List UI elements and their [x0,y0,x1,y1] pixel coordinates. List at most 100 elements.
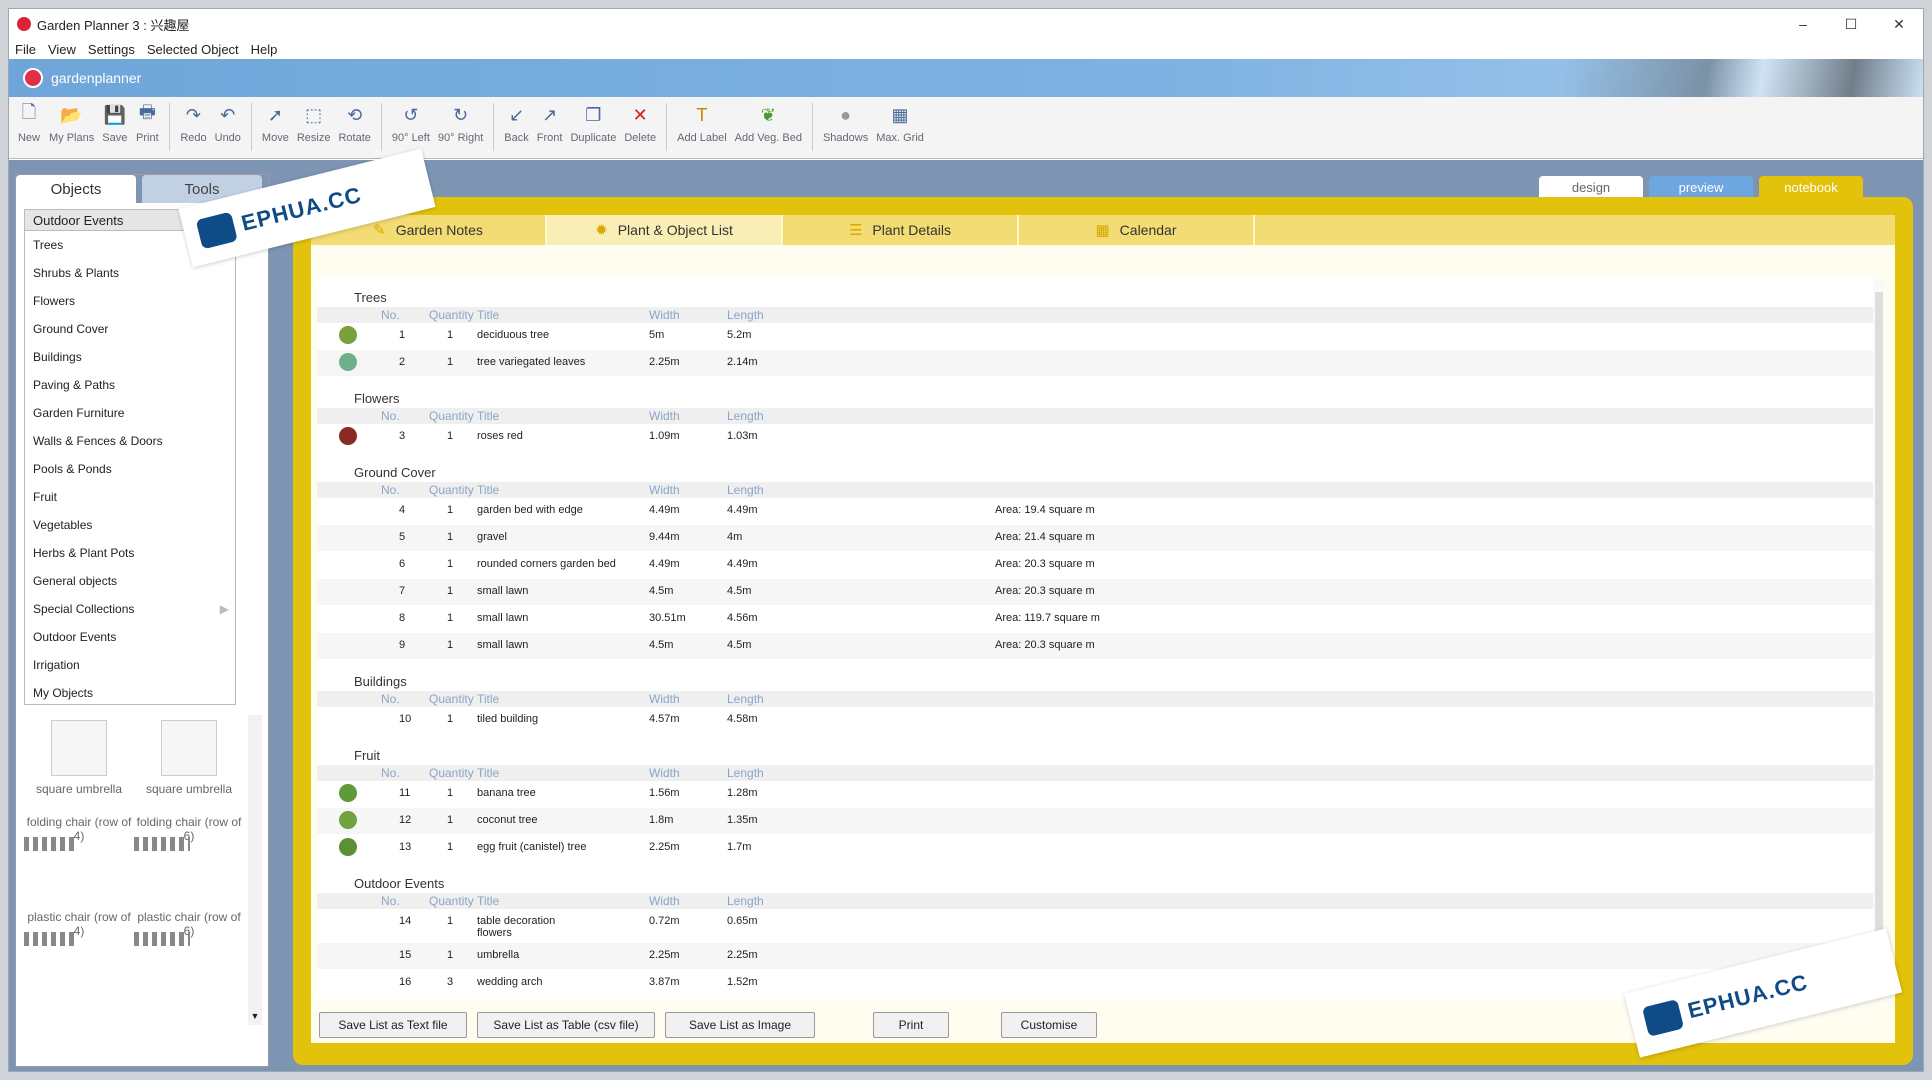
duplicate-button[interactable]: ❐ Duplicate [570,103,616,145]
save-csv-button[interactable]: Save List as Table (csv file) [477,1012,655,1038]
category-item[interactable]: Buildings [25,343,235,371]
object-thumbnail[interactable]: square umbrella [24,720,134,796]
tab-design[interactable]: design [1539,176,1643,198]
list-row[interactable]: 1 1 deciduous tree 5m 5.2m [317,323,1873,349]
list-row[interactable]: 3 1 roses red 1.09m 1.03m [317,424,1873,450]
cell-title: table decoration flowers [477,915,556,939]
tab-plant-details[interactable]: ☰ Plant Details [783,215,1019,245]
new-button[interactable]: 🗋 New [17,102,41,144]
resize-button[interactable]: ⬚ Resize [297,103,331,145]
shadows-button[interactable]: ● Shadows [823,103,868,145]
list-scroll-thumb[interactable] [1875,292,1883,932]
column-header: Length [727,483,764,497]
object-thumbnail[interactable]: square umbrella [134,720,244,796]
cell-qty: 1 [447,612,454,624]
menu-settings[interactable]: Settings [82,42,141,57]
print-button[interactable]: 🖶 Print [135,102,159,144]
category-item[interactable]: My Objects [25,679,235,707]
save-button[interactable]: 💾 Save [102,103,127,145]
cell-length: 1.28m [727,787,758,799]
category-item[interactable]: General objects [25,567,235,595]
category-item[interactable]: Paving & Paths [25,371,235,399]
save-image-button[interactable]: Save List as Image [665,1012,815,1038]
move-button[interactable]: ➚ Move [262,103,289,145]
plant-icon [339,353,357,371]
customise-button[interactable]: Customise [1001,1012,1097,1038]
print-button[interactable]: Print [873,1012,949,1038]
category-label: Walls & Fences & Doors [33,434,163,448]
object-thumbnail[interactable]: plastic chair (row of 6) [134,910,244,946]
list-scrollbar[interactable] [1873,278,1885,1000]
list-row[interactable]: 7 1 small lawn 4.5m 4.5m Area: 20.3 square m [317,579,1873,605]
cell-no: 2 [399,356,406,368]
column-header: Quantity [429,692,474,706]
redo-button[interactable]: ↷ Redo [180,103,206,145]
resize-icon: ⬚ [305,104,323,125]
tab-plant-object-list[interactable]: ✹ Plant & Object List [547,215,783,245]
category-item[interactable]: Vegetables [25,511,235,539]
save-text-button[interactable]: Save List as Text file [319,1012,467,1038]
list-row[interactable]: 15 1 umbrella 2.25m 2.25m [317,943,1873,969]
max-grid-button[interactable]: ▦ Max. Grid [876,103,924,145]
tab-preview[interactable]: preview [1649,176,1753,198]
category-item[interactable]: Walls & Fences & Doors [25,427,235,455]
list-row[interactable]: 6 1 rounded corners garden bed 4.49m 4.49m Ar… [317,552,1873,578]
category-item[interactable]: Herbs & Plant Pots [25,539,235,567]
list-row[interactable]: 5 1 gravel 9.44m 4m Area: 21.4 square m [317,525,1873,551]
chair-row-icon [24,837,76,851]
toolbar-label: New [17,132,40,144]
90-right-button[interactable]: ↻ 90° Right [438,103,483,145]
delete-button[interactable]: ✕ Delete [624,103,656,145]
category-item[interactable]: Garden Furniture [25,399,235,427]
menu-file[interactable]: File [9,42,42,57]
list-row[interactable]: 13 1 egg fruit (canistel) tree 2.25m 1.7m [317,835,1873,861]
category-item[interactable]: Ground Cover [25,315,235,343]
add-label-button[interactable]: T Add Label [677,103,727,145]
add-veg-bed-button[interactable]: ❦ Add Veg. Bed [735,103,802,145]
category-item[interactable]: Pools & Ponds [25,455,235,483]
category-item[interactable]: Outdoor Events [25,623,235,651]
category-label: Outdoor Events [33,630,117,644]
calendar-icon: ▦ [1095,222,1110,239]
category-item[interactable]: Flowers [25,287,235,315]
tab-objects[interactable]: Objects [16,175,136,203]
cell-width: 4.5m [649,585,674,597]
list-row[interactable]: 14 1 table decoration flowers 0.72m 0.65m [317,909,1873,943]
list-row[interactable]: 11 1 banana tree 1.56m 1.28m [317,781,1873,807]
tab-notebook[interactable]: notebook [1759,176,1863,198]
list-row[interactable]: 2 1 tree variegated leaves 2.25m 2.14m [317,350,1873,376]
menu-selected-object[interactable]: Selected Object [141,42,245,57]
category-item[interactable]: Special Collections ▶ [25,595,235,623]
category-label: Shrubs & Plants [33,266,120,280]
list-row[interactable]: 4 1 garden bed with edge 4.49m 4.49m Area: 19… [317,498,1873,524]
tab-calendar[interactable]: ▦ Calendar [1019,215,1255,245]
90-left-button[interactable]: ↺ 90° Left [392,103,430,145]
notebook-subtabs: ✎ Garden Notes ✹ Plant & Object List ☰ Plan… [311,215,1895,245]
category-item[interactable]: Irrigation [25,651,235,679]
front-button[interactable]: ↗ Front [537,103,563,145]
list-row[interactable]: 8 1 small lawn 30.51m 4.56m Area: 119.7 squar… [317,606,1873,632]
list-row[interactable]: 9 1 small lawn 4.5m 4.5m Area: 20.3 square m [317,633,1873,659]
cell-width: 2.25m [649,949,680,961]
my-plans-button[interactable]: 📂 My Plans [49,103,94,145]
object-thumbnail[interactable]: folding chair (row of 4) [24,815,134,851]
object-thumbnail[interactable]: plastic chair (row of 4) [24,910,134,946]
list-row[interactable]: 10 1 tiled building 4.57m 4.58m [317,707,1873,733]
object-thumbnail[interactable]: folding chair (row of 6) [134,815,244,851]
close-button[interactable]: ✕ [1875,9,1923,39]
undo-button[interactable]: ↶ Undo [215,103,241,145]
print-icon: 🖶 [138,102,156,122]
rotate-button[interactable]: ⟲ Rotate [338,103,370,145]
minimize-button[interactable]: – [1779,9,1827,39]
cell-no: 10 [399,713,412,725]
list-row[interactable]: 12 1 coconut tree 1.8m 1.35m [317,808,1873,834]
back-button[interactable]: ↙ Back [504,103,528,145]
column-header: Title [477,766,500,780]
thumbnail-scrollbar[interactable]: ▼ [248,715,262,1025]
maximize-button[interactable]: ☐ [1827,9,1875,39]
scroll-down-icon[interactable]: ▼ [248,1011,262,1025]
menu-view[interactable]: View [42,42,82,57]
menu-help[interactable]: Help [245,42,284,57]
category-item[interactable]: Fruit [25,483,235,511]
column-header: Length [727,894,764,908]
